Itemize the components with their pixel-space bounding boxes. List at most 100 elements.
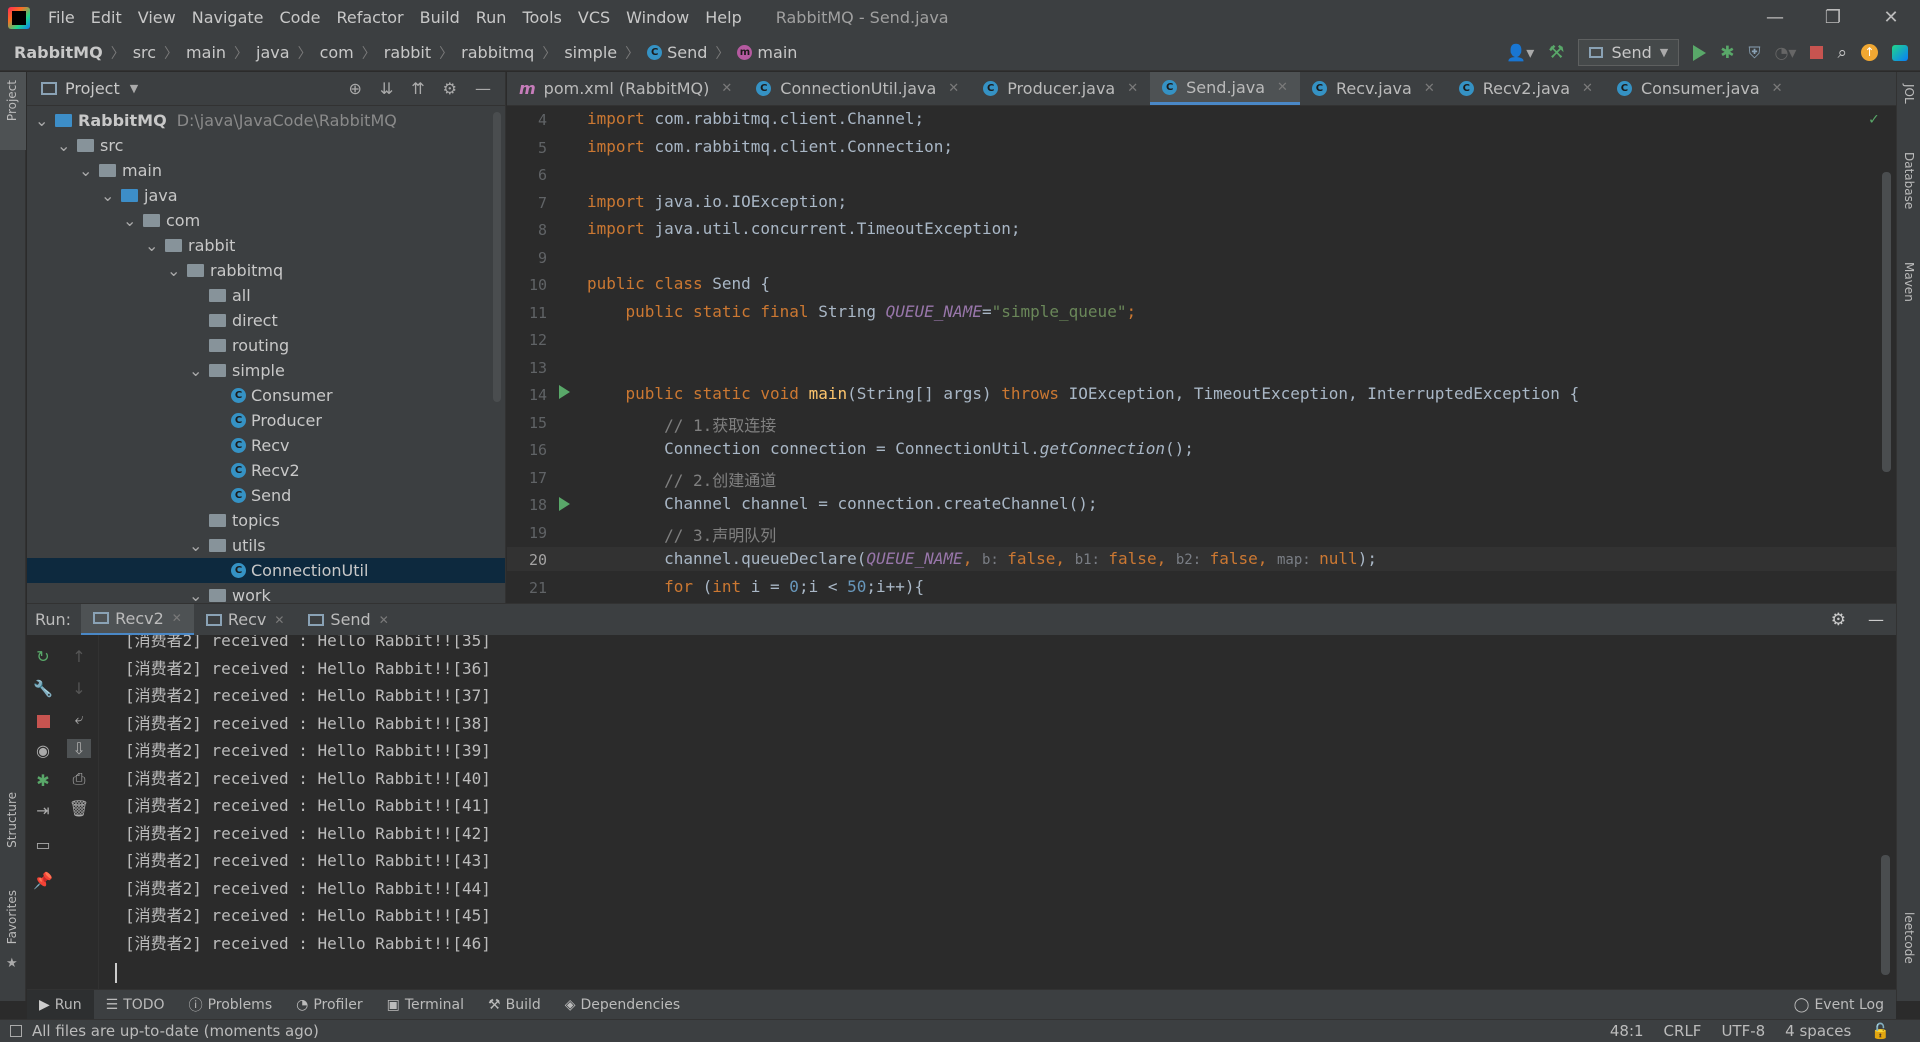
console-output[interactable]: [消费者2] received : Hello Rabbit!![35] [消费者… bbox=[99, 635, 1896, 989]
menu-navigate[interactable]: Navigate bbox=[184, 8, 272, 27]
run-icon[interactable] bbox=[1693, 44, 1707, 61]
chevron-down-icon[interactable]: ⌄ bbox=[123, 212, 136, 228]
minimize-button[interactable]: — bbox=[1746, 7, 1804, 28]
run-tab-recv[interactable]: Recv ✕ bbox=[194, 604, 297, 636]
status-message[interactable]: All files are up-to-date (moments ago) bbox=[32, 1022, 319, 1040]
rerun-icon[interactable]: ↻ bbox=[31, 647, 55, 666]
close-icon[interactable]: ✕ bbox=[274, 613, 284, 627]
tree-node[interactable]: ⌄ rabbit bbox=[27, 233, 505, 258]
hide-icon[interactable]: — bbox=[475, 79, 491, 98]
update-icon[interactable]: ↑ bbox=[1861, 44, 1878, 61]
close-icon[interactable]: ✕ bbox=[1277, 80, 1288, 95]
chevron-down-icon[interactable]: ⌄ bbox=[167, 262, 180, 278]
chevron-down-icon[interactable]: ⌄ bbox=[189, 362, 202, 378]
structure-tool-button[interactable]: Structure bbox=[5, 792, 19, 848]
caret-position[interactable]: 48:1 bbox=[1610, 1022, 1644, 1040]
tree-node[interactable]: C Recv bbox=[27, 433, 505, 458]
close-icon[interactable]: ✕ bbox=[379, 613, 389, 627]
breadcrumb-rabbit[interactable]: rabbit bbox=[384, 43, 431, 62]
chevron-down-icon[interactable]: ⌄ bbox=[189, 587, 202, 603]
menu-view[interactable]: View bbox=[130, 8, 184, 27]
tab-connectionutil[interactable]: C ConnectionUtil.java ✕ bbox=[744, 72, 971, 105]
chevron-down-icon[interactable]: ⌄ bbox=[101, 187, 114, 203]
run-configuration-select[interactable]: Send ▼ bbox=[1578, 39, 1680, 66]
menu-tools[interactable]: Tools bbox=[514, 8, 569, 27]
chevron-down-icon[interactable]: ▼ bbox=[130, 82, 138, 95]
problems-tool-button[interactable]: ⓘ Problems bbox=[177, 990, 285, 1020]
todo-tool-button[interactable]: ☰ TODO bbox=[94, 990, 177, 1020]
close-icon[interactable]: ✕ bbox=[1127, 81, 1138, 96]
tree-node[interactable]: ⌄ main bbox=[27, 158, 505, 183]
maximize-button[interactable]: ❐ bbox=[1804, 7, 1862, 28]
chevron-down-icon[interactable]: ⌄ bbox=[57, 137, 70, 153]
print-icon[interactable]: ⎙ bbox=[67, 769, 91, 789]
leetcode-tool-button[interactable]: leetcode bbox=[1902, 912, 1916, 964]
stop-icon[interactable] bbox=[1810, 46, 1824, 59]
tab-consumer[interactable]: C Consumer.java ✕ bbox=[1605, 72, 1795, 105]
tree-node[interactable]: direct bbox=[27, 308, 505, 333]
close-icon[interactable]: ✕ bbox=[1582, 81, 1593, 96]
build-hammer-icon[interactable]: ⚒ bbox=[1548, 42, 1564, 63]
chevron-down-icon[interactable]: ⌄ bbox=[79, 162, 92, 178]
chevron-down-icon[interactable]: ⌄ bbox=[35, 112, 48, 128]
pin-icon[interactable]: 📌 bbox=[31, 871, 55, 890]
tab-send[interactable]: C Send.java ✕ bbox=[1150, 72, 1300, 105]
run-gutter-icon[interactable] bbox=[559, 497, 570, 511]
tree-node[interactable]: ⌄ com bbox=[27, 208, 505, 233]
menu-edit[interactable]: Edit bbox=[83, 8, 130, 27]
editor-scrollbar[interactable] bbox=[1882, 172, 1891, 472]
exit-icon[interactable]: ⇥ bbox=[31, 801, 55, 820]
lock-icon[interactable]: 🔓 bbox=[1871, 1022, 1890, 1040]
expand-all-icon[interactable]: ⇊ bbox=[380, 79, 393, 98]
tree-node[interactable]: ⌄ java bbox=[27, 183, 505, 208]
menu-build[interactable]: Build bbox=[412, 8, 468, 27]
tree-node[interactable]: all bbox=[27, 283, 505, 308]
run-tab-send[interactable]: Send ✕ bbox=[296, 604, 400, 636]
close-button[interactable]: ✕ bbox=[1862, 7, 1920, 28]
tree-node[interactable]: C ConnectionUtil bbox=[27, 558, 505, 583]
close-icon[interactable]: ✕ bbox=[948, 81, 959, 96]
menu-code[interactable]: Code bbox=[272, 8, 329, 27]
run-gutter-icon[interactable] bbox=[559, 385, 570, 399]
breadcrumb-java[interactable]: java bbox=[256, 43, 290, 62]
build-tool-button[interactable]: ⚒ Build bbox=[476, 990, 553, 1020]
project-panel-title[interactable]: Project bbox=[65, 79, 120, 98]
maven-tool-button[interactable]: Maven bbox=[1902, 262, 1916, 302]
collapse-all-icon[interactable]: ⇈ bbox=[411, 79, 424, 98]
run-tool-button[interactable]: ▶ Run bbox=[27, 989, 94, 1020]
layout-icon[interactable]: ▭ bbox=[31, 835, 55, 854]
menu-file[interactable]: File bbox=[40, 8, 83, 27]
breadcrumb-rabbitmq[interactable]: rabbitmq bbox=[461, 43, 534, 62]
tree-node[interactable]: C Send bbox=[27, 483, 505, 508]
breadcrumb-project[interactable]: RabbitMQ bbox=[14, 43, 103, 62]
dependencies-tool-button[interactable]: ◈ Dependencies bbox=[553, 990, 692, 1020]
tab-producer[interactable]: C Producer.java ✕ bbox=[971, 72, 1150, 105]
breadcrumb-main[interactable]: main bbox=[186, 43, 226, 62]
hide-icon[interactable]: — bbox=[1868, 610, 1884, 629]
wrench-icon[interactable]: 🔧 bbox=[31, 679, 55, 698]
gear-icon[interactable]: ⚙ bbox=[1831, 610, 1846, 630]
tree-node[interactable]: ⌄ RabbitMQ D:\java\JavaCode\RabbitMQ bbox=[27, 108, 505, 133]
tree-node[interactable]: ⌄ rabbitmq bbox=[27, 258, 505, 283]
chevron-down-icon[interactable]: ⌄ bbox=[145, 237, 158, 253]
file-encoding[interactable]: UTF-8 bbox=[1721, 1022, 1765, 1040]
database-tool-button[interactable]: Database bbox=[1902, 152, 1916, 209]
tree-node[interactable]: routing bbox=[27, 333, 505, 358]
breadcrumb-com[interactable]: com bbox=[320, 43, 354, 62]
project-tool-button[interactable]: Project bbox=[5, 80, 19, 121]
tab-pom-xml[interactable]: m pom.xml (RabbitMQ) ✕ bbox=[507, 72, 744, 105]
search-icon[interactable]: ⌕ bbox=[1837, 43, 1847, 63]
locate-icon[interactable]: ⊕ bbox=[348, 79, 361, 98]
menu-refactor[interactable]: Refactor bbox=[328, 8, 411, 27]
tree-node[interactable]: C Consumer bbox=[27, 383, 505, 408]
tree-node[interactable]: C Recv2 bbox=[27, 458, 505, 483]
line-separator[interactable]: CRLF bbox=[1664, 1022, 1702, 1040]
chevron-down-icon[interactable]: ⌄ bbox=[189, 537, 202, 553]
debug-icon[interactable]: ✱ bbox=[31, 771, 55, 790]
event-log-tool-button[interactable]: ◯ Event Log bbox=[1782, 990, 1896, 1020]
trash-icon[interactable]: 🗑 bbox=[67, 799, 91, 818]
down-arrow-icon[interactable]: ↓ bbox=[67, 679, 91, 698]
tree-node[interactable]: C Producer bbox=[27, 408, 505, 433]
console-scrollbar[interactable] bbox=[1881, 855, 1890, 975]
status-square-icon[interactable] bbox=[10, 1025, 22, 1037]
